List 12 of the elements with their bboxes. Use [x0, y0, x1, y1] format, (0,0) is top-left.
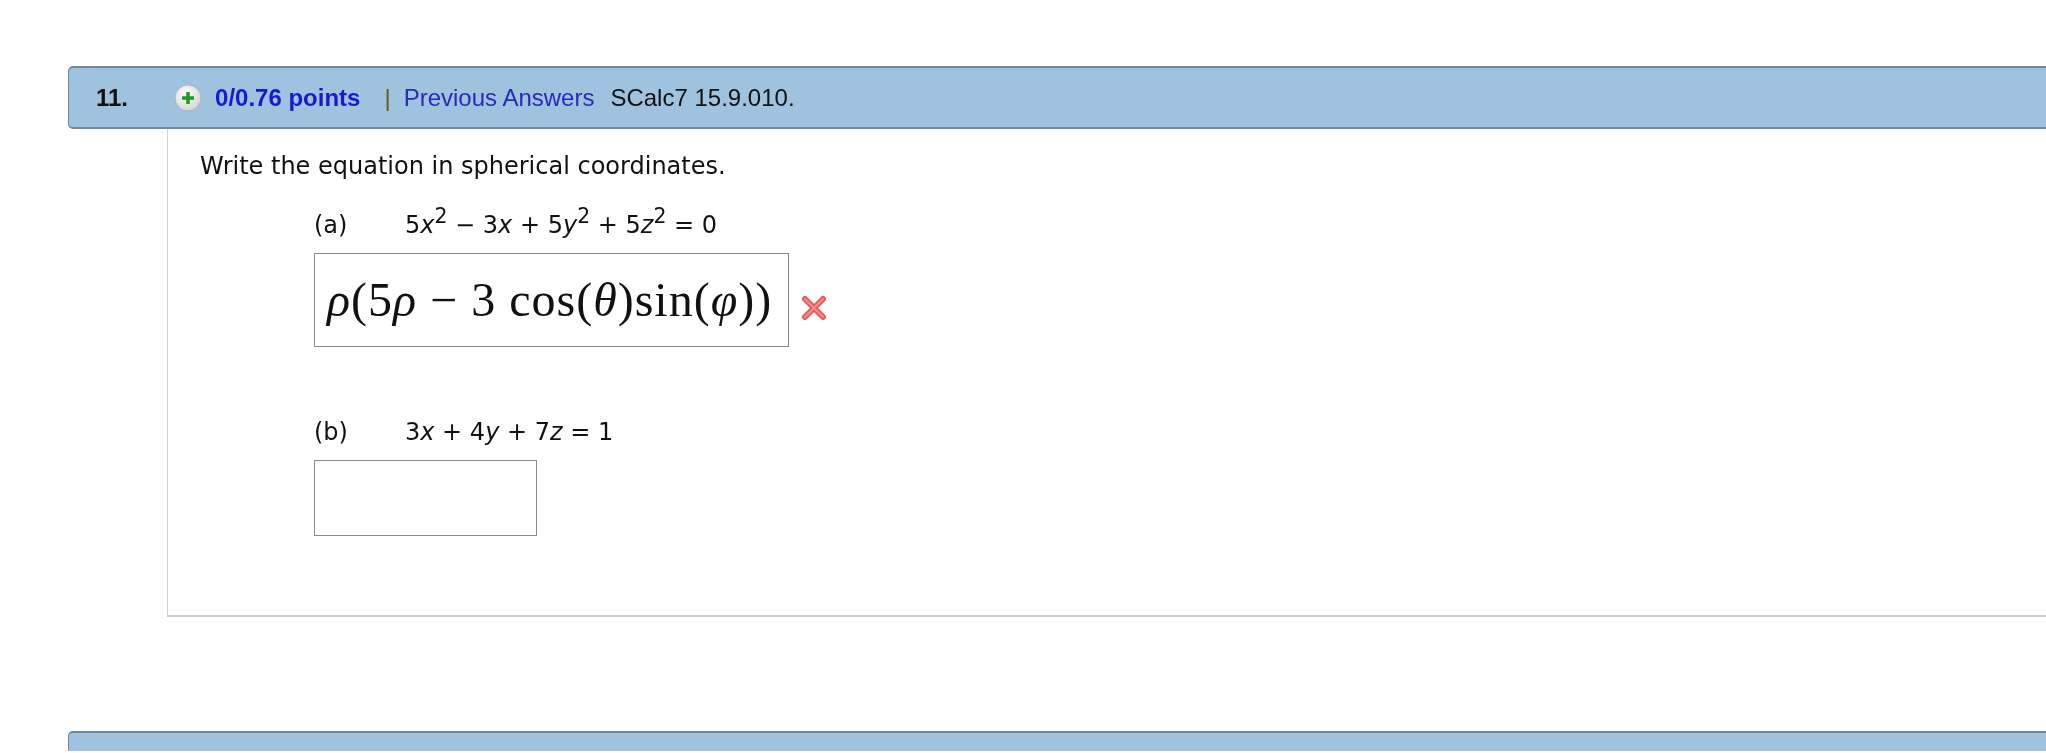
- points-score: 0/0.76 points: [215, 83, 361, 112]
- question-number: 11.: [96, 83, 129, 112]
- part-label: (a): [314, 211, 349, 240]
- problem-code: SCalc7 15.9.010.: [610, 83, 795, 112]
- equation: 3x + 4y + 7z = 1: [405, 418, 614, 447]
- part-label: (b): [314, 418, 349, 447]
- previous-answers-link[interactable]: Previous Answers: [403, 83, 595, 112]
- separator: |: [384, 83, 391, 112]
- plus-icon[interactable]: [174, 83, 203, 112]
- answer-field[interactable]: [314, 460, 537, 536]
- question-prompt: Write the equation in spherical coordinates.: [200, 152, 726, 181]
- answer-field[interactable]: ρ(5ρ − 3 cos(θ)sin(φ)): [314, 253, 790, 347]
